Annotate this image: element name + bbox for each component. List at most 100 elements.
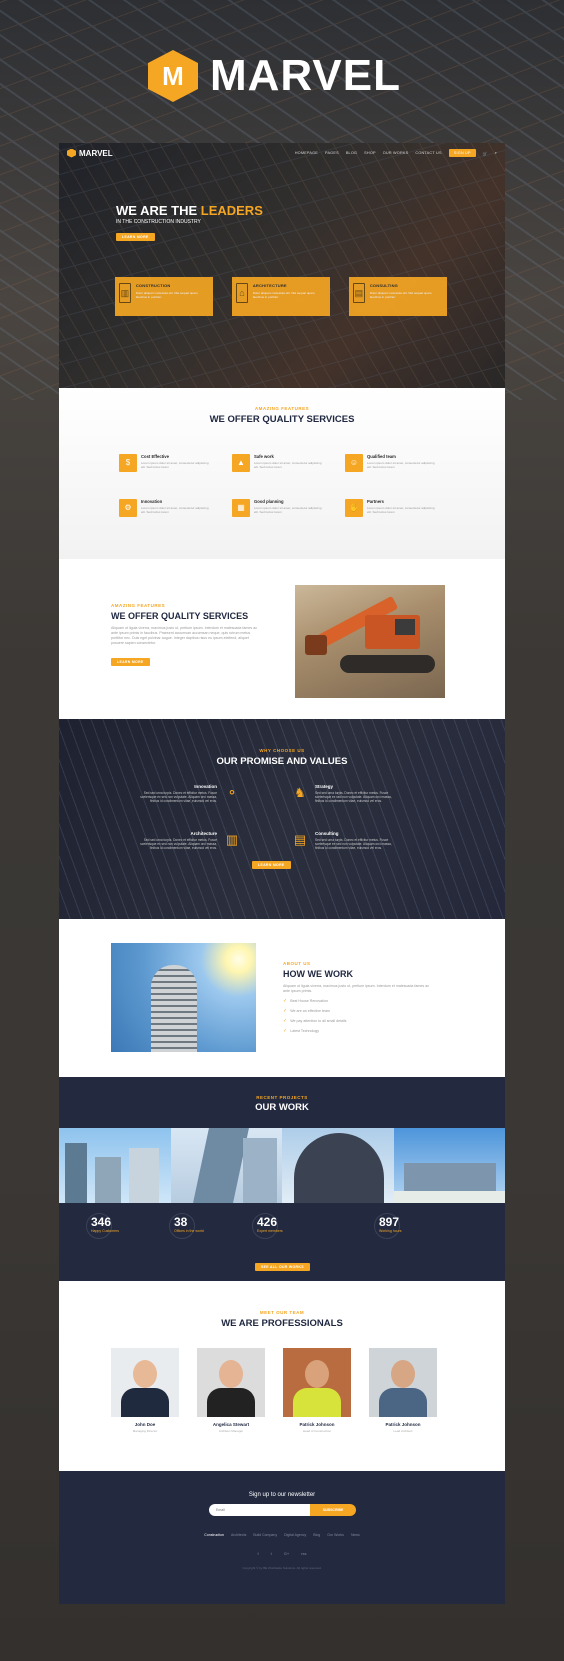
project-image[interactable]: [282, 1128, 394, 1203]
stat-label: Expert members: [257, 1229, 283, 1233]
signup-button[interactable]: SIGN UP: [448, 149, 476, 157]
footer-link[interactable]: Construction: [204, 1533, 224, 1537]
project-image[interactable]: [393, 1128, 505, 1203]
hero-text: WE ARE THE LEADERS IN THE CONSTRUCTION I…: [116, 203, 263, 243]
promise-learn-more-button[interactable]: LEARN MORE: [252, 861, 291, 869]
nav-item-blog[interactable]: BLOG: [346, 151, 357, 155]
twitter-icon[interactable]: t: [271, 1551, 272, 1556]
promise-text: Sed sed urna turpis. Donec et efficitur …: [315, 838, 392, 851]
stat-number: 38: [174, 1215, 188, 1229]
facebook-icon[interactable]: f: [257, 1551, 258, 1556]
project-image[interactable]: [59, 1128, 171, 1203]
cart-icon[interactable]: 🛒: [483, 151, 488, 156]
member-photo: [369, 1348, 437, 1417]
nav-item-our-works[interactable]: OUR WORKS: [383, 151, 409, 155]
stat-happy-customers: 346 Happy Customers: [86, 1213, 119, 1239]
card-text: Dolor aliquam molestias elit. Nisi sequa…: [135, 291, 199, 299]
feature-text: Lorem ipsum dolor sit amet, consectetur …: [367, 506, 435, 514]
section-kicker: AMAZING FEATURES: [254, 406, 310, 411]
footer-links: Construction Architects Build Company Di…: [59, 1533, 505, 1537]
money-icon: $: [119, 454, 137, 472]
card-title: ARCHITECTURE: [252, 283, 287, 288]
card-construction[interactable]: ▥ CONSTRUCTION Dolor aliquam molestias el…: [115, 277, 213, 316]
section-title: WE OFFER QUALITY SERVICES: [111, 611, 249, 621]
feature-item: ⚙ Innovation Lorem ipsum dolor sit amet, c…: [119, 499, 232, 517]
card-consulting[interactable]: ▤ CONSULTING Dolor aliquam molestias elit…: [349, 277, 447, 316]
document-icon: ▤: [353, 283, 365, 303]
section-title: WE ARE PROFESSIONALS: [221, 1318, 343, 1329]
section-kicker: ABOUT US: [283, 961, 311, 966]
website-preview: MARVEL HOMEPAGE PAGES BLOG SHOP OUR WORK…: [59, 143, 505, 1604]
team-section: MEET OUR TEAM WE ARE PROFESSIONALS John …: [59, 1281, 505, 1471]
stat-label: Working hours: [379, 1229, 402, 1233]
about-text: ABOUT US HOW WE WORK Aliquam ut ligula v…: [283, 961, 433, 1038]
promise-item-strategy: ♞ Strategy Sed sed urna turpis. Donec et …: [291, 784, 393, 804]
card-text: Dolor aliquam molestias elit. Nisi sequa…: [369, 291, 433, 299]
quality-learn-more-button[interactable]: LEARN MORE: [111, 658, 150, 666]
member-role: Architect Manager: [218, 1429, 244, 1433]
cone-icon: ▲: [232, 454, 250, 472]
promise-section: WHY CHOOSE US OUR PROMISE AND VALUES ⚬ I…: [59, 719, 505, 919]
blueprint-icon: ⌂: [236, 283, 248, 303]
nav-item-contact[interactable]: CONTACT US: [415, 151, 441, 155]
footer-link[interactable]: News: [351, 1533, 360, 1537]
footer-link[interactable]: Digital Agency: [284, 1533, 306, 1537]
rss-icon[interactable]: rss: [301, 1551, 306, 1556]
footer-link[interactable]: Blog: [313, 1533, 320, 1537]
google-plus-icon[interactable]: G+: [284, 1551, 289, 1556]
member-name: John Doe: [134, 1422, 156, 1427]
features-grid: $ Cost Effective Lorem ipsum dolor sit ame…: [119, 454, 458, 517]
team-member[interactable]: Patrick Johnson Head of Construction: [283, 1348, 351, 1433]
nav-item-pages[interactable]: PAGES: [325, 151, 339, 155]
about-list: ✓ Best House Renovation ✓ We are an effect…: [283, 998, 433, 1034]
feature-item: ▦ Good planning Lorem ipsum dolor sit amet…: [232, 499, 345, 517]
promise-item-consulting: ▤ Consulting Sed sed urna turpis. Donec e…: [291, 831, 393, 851]
search-icon[interactable]: ⌕: [495, 151, 497, 155]
nav-item-homepage[interactable]: HOMEPAGE: [295, 151, 318, 155]
top-nav: MARVEL HOMEPAGE PAGES BLOG SHOP OUR WORK…: [59, 143, 505, 163]
stat-working-hours: 897 Working hours: [374, 1213, 402, 1239]
hero-learn-more-button[interactable]: LEARN MORE: [116, 233, 155, 241]
member-photo: [197, 1348, 265, 1417]
subscribe-button[interactable]: SUBSCRIBE: [310, 1504, 356, 1516]
team-icon: ☺: [345, 454, 363, 472]
promise-item-innovation: ⚬ Innovation Sed sed urna turpis. Donec e…: [139, 784, 241, 804]
building-icon: ▥: [225, 832, 239, 847]
member-name: Angelica Stewart: [212, 1422, 250, 1427]
section-kicker: MEET OUR TEAM: [259, 1310, 305, 1315]
excavator-image: [295, 585, 445, 698]
feature-text: Lorem ipsum dolor sit amet, consectetur …: [141, 461, 209, 469]
project-image[interactable]: [170, 1128, 282, 1203]
feature-title: Good planning: [254, 499, 284, 504]
feature-text: Lorem ipsum dolor sit amet, consectetur …: [254, 506, 322, 514]
gear-icon: ⚙: [119, 499, 137, 517]
newsletter-form: SUBSCRIBE: [209, 1504, 356, 1516]
feature-text: Lorem ipsum dolor sit amet, consectetur …: [367, 461, 435, 469]
nav-logo[interactable]: MARVEL: [67, 148, 113, 158]
stat-number: 346: [91, 1215, 112, 1229]
team-member[interactable]: Angelica Stewart Architect Manager: [197, 1348, 265, 1433]
project-gallery: [59, 1128, 505, 1203]
handshake-icon: ✋: [345, 499, 363, 517]
footer-link[interactable]: Our Works: [327, 1533, 344, 1537]
nav-item-shop[interactable]: SHOP: [364, 151, 376, 155]
feature-title: Partners: [367, 499, 384, 504]
footer-link[interactable]: Build Company: [253, 1533, 277, 1537]
section-kicker: RECENT PROJECTS: [256, 1095, 308, 1100]
footer-link[interactable]: Architects: [231, 1533, 246, 1537]
card-architecture[interactable]: ⌂ ARCHITECTURE Dolor aliquam molestias el…: [232, 277, 330, 316]
section-title: OUR WORK: [255, 1102, 309, 1113]
card-title: CONSULTING: [369, 283, 398, 288]
list-item: ✓ Latest Technology: [283, 1028, 320, 1034]
quality-text: AMAZING FEATURES WE OFFER QUALITY SERVIC…: [111, 603, 261, 668]
feature-text: Lorem ipsum dolor sit amet, consectetur …: [141, 506, 209, 514]
promise-text: Sed sed urna turpis. Donec et efficitur …: [315, 791, 392, 804]
see-all-works-button[interactable]: SEE ALL OUR WORKS: [255, 1263, 310, 1271]
promise-title: Innovation: [194, 784, 217, 789]
email-input[interactable]: [209, 1504, 310, 1516]
section-body: Aliquam ut ligula viverra, maximus justo…: [111, 626, 258, 645]
team-member[interactable]: Patrick Johnson Lead Architect: [369, 1348, 437, 1433]
team-member[interactable]: John Doe Managing Director: [111, 1348, 179, 1433]
stat-offices: 38 Offices in the world: [169, 1213, 204, 1239]
feature-item: ☺ Qualified team Lorem ipsum dolor sit ame…: [345, 454, 458, 472]
